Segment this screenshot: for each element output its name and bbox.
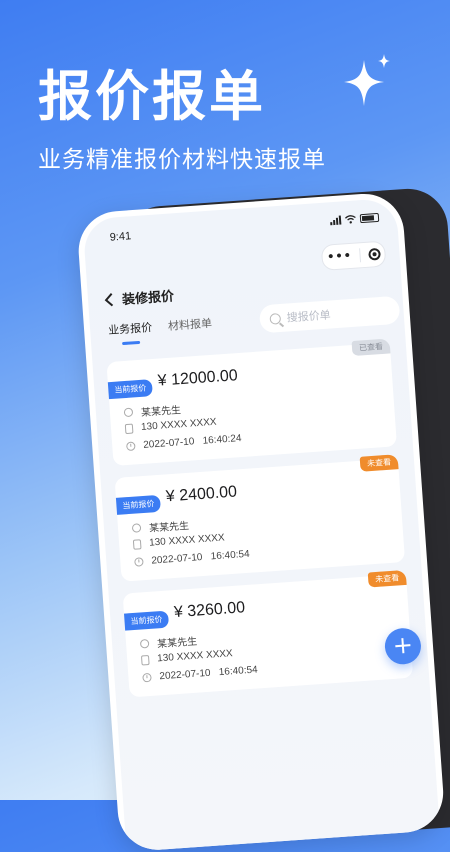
customer-row: 某某先生 <box>123 401 181 420</box>
promo-subtitle: 业务精准报价材料快速报单 <box>38 147 326 173</box>
quote-datetime: 2022-07-10 16:40:54 <box>159 664 259 683</box>
phone-icon <box>124 423 134 434</box>
search-placeholder: 搜报价单 <box>286 308 332 325</box>
status-badge: 未查看 <box>367 569 407 588</box>
sparkle-icon <box>344 54 390 106</box>
user-icon <box>131 523 142 533</box>
customer-row: 某某先生 <box>139 633 198 652</box>
quote-card[interactable]: 已查看 当前报价 ¥ 12000.00 某某先生 130 XXXX XXXX 2… <box>106 338 397 466</box>
capsule-divider <box>358 248 361 263</box>
nav-bar: 装修报价 <box>103 285 175 309</box>
clock-icon <box>142 672 152 683</box>
quote-card[interactable]: 未查看 当前报价 ¥ 2400.00 某某先生 130 XXXX XXXX 20… <box>114 454 406 582</box>
customer-name: 某某先生 <box>140 405 182 419</box>
customer-phone: 130 XXXX XXXX <box>156 648 234 665</box>
quote-card[interactable]: 未查看 当前报价 ¥ 3260.00 某某先生 130 XXXX XXXX 20… <box>122 569 414 698</box>
phone-mockup: 9:41 ••• 装修报价 业务报价 材料报单 搜报价单 已查看 当前报价 ¥ … <box>76 186 450 852</box>
quote-price: ¥ 3260.00 <box>173 599 246 622</box>
status-icons <box>330 212 380 226</box>
phone-icon <box>132 538 142 550</box>
phone-row: 130 XXXX XXXX <box>124 416 217 434</box>
wifi-icon <box>345 215 356 224</box>
phone-row: 130 XXXX XXXX <box>132 532 225 550</box>
quote-datetime: 2022-07-10 16:40:54 <box>151 548 250 567</box>
tab-business-quote[interactable]: 业务报价 <box>108 319 154 346</box>
chevron-left-icon[interactable] <box>104 292 115 307</box>
clock-icon <box>126 441 136 452</box>
clock-icon <box>134 557 144 567</box>
current-quote-tag: 当前报价 <box>107 379 153 400</box>
current-quote-tag: 当前报价 <box>123 610 170 631</box>
quote-price: ¥ 12000.00 <box>157 367 239 390</box>
battery-icon <box>359 212 380 224</box>
quote-price: ¥ 2400.00 <box>165 483 238 506</box>
status-badge: 已查看 <box>351 338 391 357</box>
search-input[interactable]: 搜报价单 <box>258 295 401 334</box>
tab-material-order[interactable]: 材料报单 <box>167 315 213 342</box>
tab-bar: 业务报价 材料报单 <box>108 315 213 346</box>
customer-phone: 130 XXXX XXXX <box>148 532 225 549</box>
phone-frame: 9:41 ••• 装修报价 业务报价 材料报单 搜报价单 已查看 当前报价 ¥ … <box>76 191 446 852</box>
mini-program-capsule: ••• <box>320 240 387 271</box>
promo-title: 报价报单 <box>38 65 266 128</box>
search-icon <box>269 312 282 325</box>
customer-name: 某某先生 <box>148 520 190 535</box>
time-row: 2022-07-10 16:40:54 <box>142 664 258 683</box>
current-quote-tag: 当前报价 <box>115 494 161 515</box>
customer-phone: 130 XXXX XXXX <box>140 416 217 433</box>
user-icon <box>123 407 134 418</box>
time-row: 2022-07-10 16:40:54 <box>134 549 250 568</box>
page-title: 装修报价 <box>121 289 175 308</box>
customer-row: 某某先生 <box>131 517 190 536</box>
close-target-icon[interactable] <box>368 247 381 261</box>
customer-name: 某某先生 <box>156 636 198 651</box>
phone-row: 130 XXXX XXXX <box>140 648 234 666</box>
time-row: 2022-07-10 16:40:24 <box>126 433 242 452</box>
user-icon <box>139 638 150 649</box>
app-screen: 9:41 ••• 装修报价 业务报价 材料报单 搜报价单 已查看 当前报价 ¥ … <box>82 197 442 852</box>
status-time: 9:41 <box>109 230 132 244</box>
more-button[interactable]: ••• <box>326 248 352 266</box>
status-badge: 未查看 <box>359 454 399 472</box>
phone-icon <box>140 654 150 666</box>
signal-icon <box>330 215 342 226</box>
quote-datetime: 2022-07-10 16:40:24 <box>142 433 242 451</box>
